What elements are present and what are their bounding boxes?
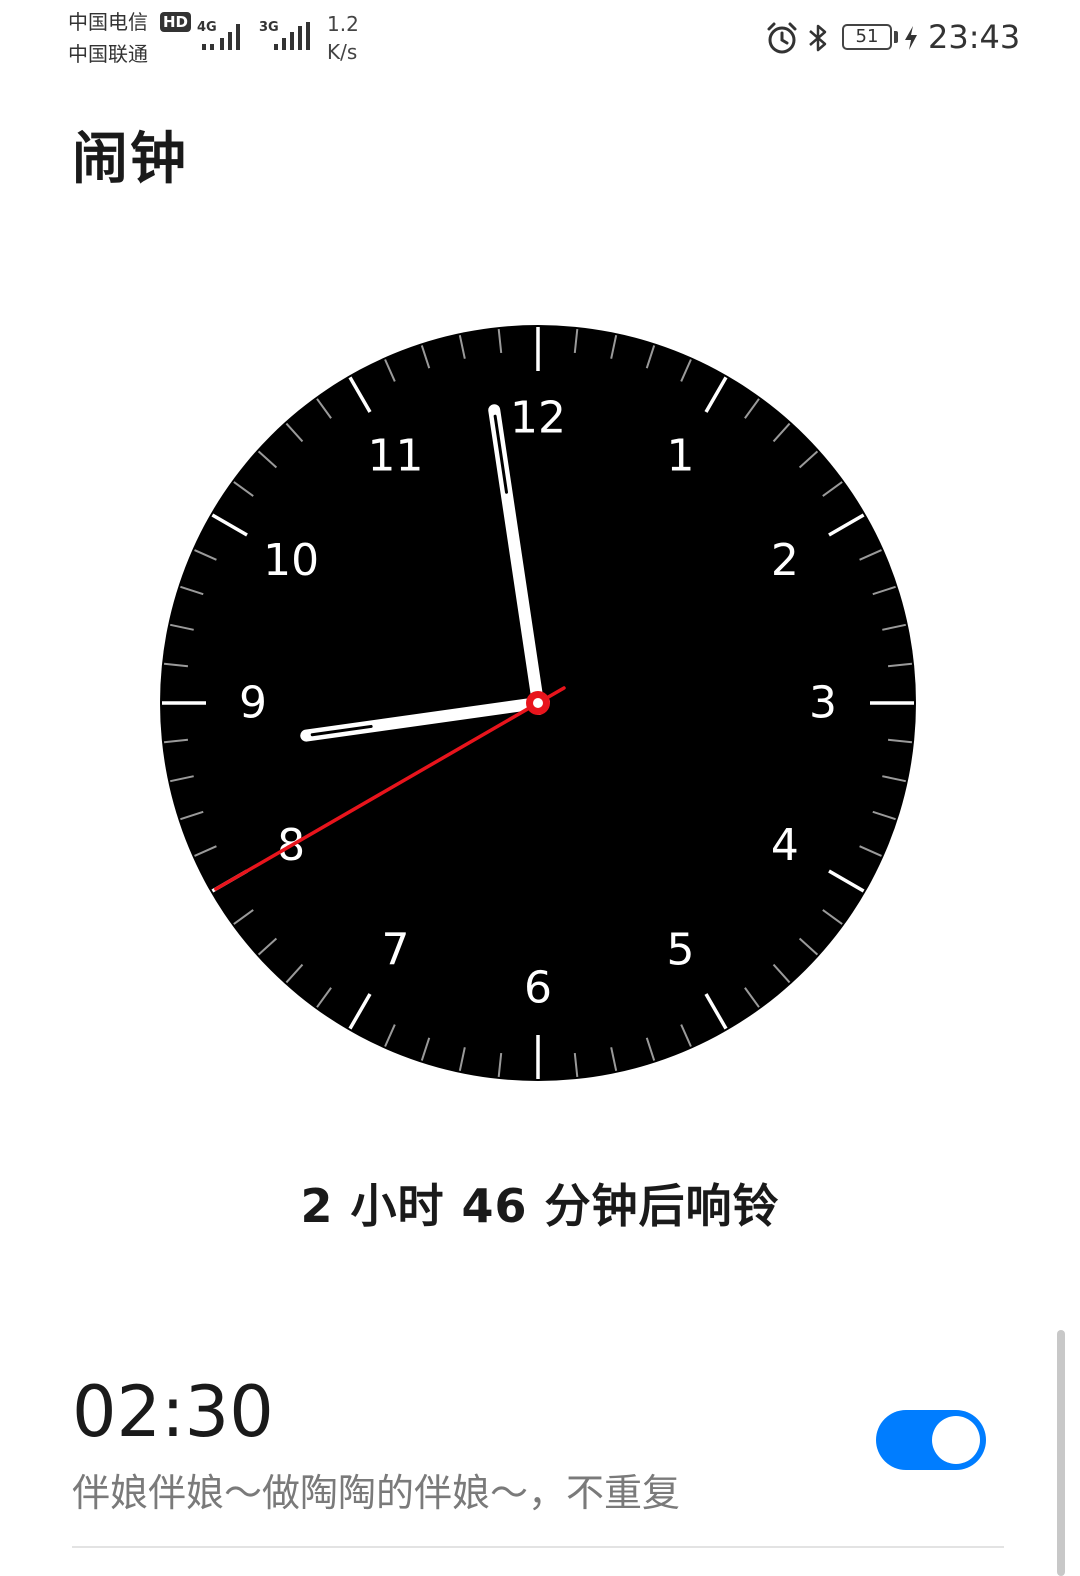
list-divider <box>72 1546 1004 1548</box>
analog-clock: 121234567891011 <box>160 325 916 1081</box>
clock-numeral-10: 10 <box>263 535 319 586</box>
battery-tip <box>894 31 898 43</box>
alarm-list-item[interactable]: 02:30 伴娘伴娘～做陶陶的伴娘～，不重复 <box>0 1350 1080 1550</box>
clock-numeral-6: 6 <box>524 963 552 1014</box>
charging-icon <box>905 26 917 50</box>
clock-numeral-5: 5 <box>667 924 695 975</box>
status-time: 23:43 <box>928 18 1021 56</box>
network-speed-value: 1.2 <box>327 12 359 36</box>
clock-numeral-1: 1 <box>667 431 695 482</box>
clock-numeral-2: 2 <box>771 535 799 586</box>
alarm-icon <box>767 22 797 54</box>
clock-numeral-12: 12 <box>510 393 566 444</box>
carrier-secondary: 中国联通 <box>68 42 148 66</box>
signal-strength-icon <box>202 24 240 50</box>
carrier-primary: 中国电信 <box>68 10 148 34</box>
network-speed-unit: K/s <box>327 40 358 64</box>
signal-strength-icon-secondary <box>274 22 310 50</box>
clock-numeral-11: 11 <box>368 431 424 482</box>
clock-numeral-3: 3 <box>809 678 837 729</box>
page-title: 闹钟 <box>72 127 188 192</box>
bluetooth-icon <box>809 24 827 52</box>
status-bar: 中国电信 中国联通 HD 4G 3G 1.2 K/s 51 23:43 <box>0 0 1080 80</box>
clock-numeral-4: 4 <box>771 820 799 871</box>
alarm-toggle-switch[interactable] <box>876 1410 986 1470</box>
scrollbar[interactable] <box>1057 1330 1065 1576</box>
alarm-time: 02:30 <box>72 1371 274 1453</box>
clock-numeral-9: 9 <box>239 678 267 729</box>
battery-icon: 51 <box>842 24 892 50</box>
toggle-knob <box>932 1416 980 1464</box>
hd-badge: HD <box>160 12 192 32</box>
clock-center-dot <box>533 698 543 708</box>
clock-numeral-7: 7 <box>382 924 410 975</box>
next-alarm-countdown: 2 小时 46 分钟后响铃 <box>300 1179 780 1233</box>
alarm-description: 伴娘伴娘～做陶陶的伴娘～，不重复 <box>72 1471 681 1515</box>
